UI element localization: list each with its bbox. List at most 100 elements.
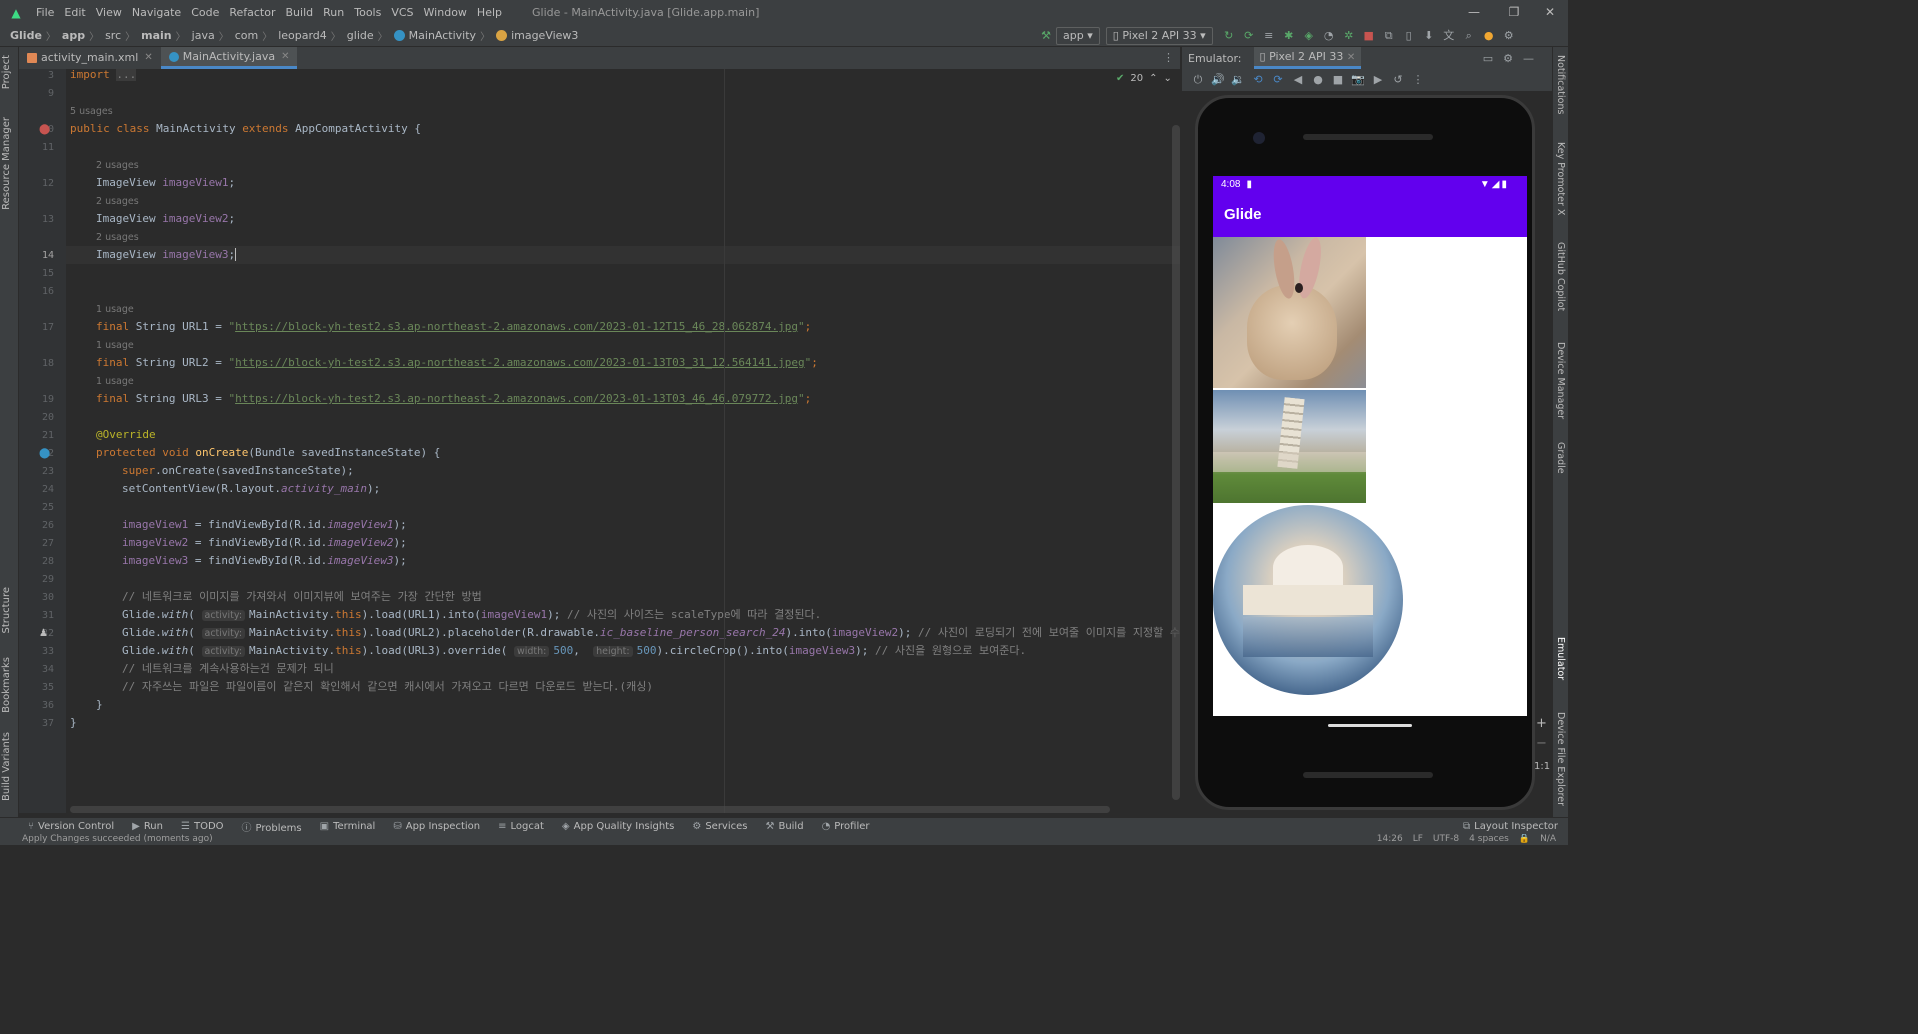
usage-hint[interactable]: 5 usages [70,106,113,117]
tool-structure[interactable]: Structure [1,587,12,634]
breadcrumb-item[interactable]: java [192,29,215,42]
breadcrumb-item[interactable]: Glide [10,29,42,42]
menu-build[interactable]: Build [286,6,314,19]
menu-view[interactable]: View [96,6,122,19]
menu-window[interactable]: Window [424,6,467,19]
tool-bookmarks[interactable]: Bookmarks [1,657,12,713]
close-icon[interactable]: ✕ [1530,0,1570,25]
image-view-3[interactable] [1213,505,1403,695]
menu-code[interactable]: Code [191,6,219,19]
chevron-up-icon[interactable]: ⌃ [1149,73,1157,84]
close-tab-icon[interactable]: ✕ [281,47,289,66]
tool-app-inspection[interactable]: ⛁ App Inspection [393,821,480,832]
avd-manager-icon[interactable]: ▯ [1401,28,1417,44]
tool-services[interactable]: ⚙ Services [692,821,747,832]
breadcrumb-item[interactable]: com [235,29,259,42]
power-icon[interactable]: ⏻ [1190,72,1206,88]
back-icon[interactable]: ◀ [1290,72,1306,88]
tool-terminal[interactable]: ▣ Terminal [320,821,376,832]
sdk-manager-icon[interactable]: ⬇ [1421,28,1437,44]
home-icon[interactable]: ● [1310,72,1326,88]
menu-run[interactable]: Run [323,6,344,19]
chevron-down-icon[interactable]: ⌄ [1164,73,1172,84]
update-icon[interactable]: ● [1481,28,1497,44]
device-screen[interactable]: 4:08 ▮ ▼◢▮ Glide [1213,176,1527,716]
menu-refactor[interactable]: Refactor [229,6,275,19]
minimize-icon[interactable]: — [1454,0,1494,25]
tool-device-file-explorer[interactable]: Device File Explorer [1555,712,1566,806]
tool-logcat[interactable]: ≡ Logcat [498,821,544,832]
overview-icon[interactable]: ■ [1330,72,1346,88]
close-tab-icon[interactable]: ✕ [144,47,152,69]
horizontal-scrollbar[interactable] [70,806,1110,813]
gesture-nav-pill[interactable] [1328,724,1412,727]
zoom-ratio[interactable]: 1:1 [1534,761,1550,772]
translate-icon[interactable]: 文 [1441,28,1457,44]
usage-hint[interactable]: 1 usage [96,340,134,351]
gradle-sync-icon[interactable]: ⧉ [1381,28,1397,44]
tool-resource-manager[interactable]: Resource Manager [1,117,12,210]
tool-version-control[interactable]: ⑂ Version Control [28,821,114,832]
maximize-icon[interactable]: ❐ [1494,0,1534,25]
tool-device-manager[interactable]: Device Manager [1555,342,1566,419]
usage-hint[interactable]: 2 usages [96,232,139,243]
tool-project[interactable]: Project [1,55,12,89]
list-icon[interactable]: ≡ [1261,28,1277,44]
tool-run[interactable]: ▶ Run [132,821,163,832]
tool-build[interactable]: ⚒ Build [765,821,803,832]
tool-gradle[interactable]: Gradle [1555,442,1566,474]
rotate-left-icon[interactable]: ⟲ [1250,72,1266,88]
tool-layout-inspector[interactable]: ⧉ Layout Inspector [1463,818,1558,835]
tool-profiler[interactable]: ◔ Profiler [822,821,870,832]
snapshot-icon[interactable]: ↺ [1390,72,1406,88]
menu-file[interactable]: File [36,6,54,19]
screen-record-icon[interactable]: ▶ [1370,72,1386,88]
settings-icon[interactable]: ⚙ [1501,28,1517,44]
run-gutter-icon[interactable]: ⬤ [39,124,50,135]
breadcrumb-item[interactable]: MainActivity [409,29,476,42]
debug-icon[interactable]: ✱ [1281,28,1297,44]
search-icon[interactable]: ⌕ [1461,28,1477,44]
lock-icon[interactable]: 🔒 [1519,834,1530,845]
file-encoding[interactable]: UTF-8 [1433,834,1459,845]
attach-debugger-icon[interactable]: ✲ [1341,28,1357,44]
apply-code-changes-icon[interactable]: ⟳ [1241,28,1257,44]
device-select[interactable]: ▯ Pixel 2 API 33 ▾ [1105,27,1213,45]
menu-tools[interactable]: Tools [354,6,381,19]
zoom-in-icon[interactable]: + [1536,716,1547,731]
tool-build-variants[interactable]: Build Variants [1,732,12,801]
tab-activity-main-xml[interactable]: activity_main.xml ✕ [19,47,161,69]
tool-notifications[interactable]: Notifications [1555,55,1566,114]
panel-settings-icon[interactable]: ▭⚙— [1483,52,1544,65]
more-tabs-icon[interactable]: ⋮ [1163,51,1174,64]
inspection-widget[interactable]: ✔ 20 ⌃ ⌄ [1116,73,1172,84]
tool-app-quality-insights[interactable]: ◈ App Quality Insights [562,821,674,832]
tool-problems[interactable]: ⓘ Problems [242,819,302,834]
breadcrumb-item[interactable]: glide [347,29,374,42]
volume-down-icon[interactable]: 🔉 [1230,72,1246,88]
image-view-1[interactable] [1213,237,1366,388]
breadcrumb-item[interactable]: main [141,29,172,42]
breadcrumb-item[interactable]: src [105,29,121,42]
usage-hint[interactable]: 2 usages [96,160,139,171]
hammer-icon[interactable]: ⚒ [1038,28,1054,44]
line-separator[interactable]: LF [1413,834,1423,845]
apply-changes-icon[interactable]: ↻ [1221,28,1237,44]
status-extra[interactable]: N/A [1540,834,1556,845]
menu-navigate[interactable]: Navigate [132,6,181,19]
rotate-right-icon[interactable]: ⟳ [1270,72,1286,88]
stop-icon[interactable]: ■ [1361,28,1377,44]
coverage-icon[interactable]: ◈ [1301,28,1317,44]
usage-hint[interactable]: 1 usage [96,376,134,387]
tool-key-promoter[interactable]: Key Promoter X [1555,142,1566,215]
usage-hint[interactable]: 1 usage [96,304,134,315]
override-gutter-icon[interactable]: ⬤ [39,448,50,459]
breadcrumb-item[interactable]: imageView3 [511,29,578,42]
screenshot-icon[interactable]: 📷 [1350,72,1366,88]
run-config-select[interactable]: app ▾ [1056,27,1100,45]
volume-up-icon[interactable]: 🔊 [1210,72,1226,88]
tool-github-copilot[interactable]: GitHub Copilot [1555,242,1566,311]
breadcrumb-item[interactable]: app [62,29,85,42]
menu-vcs[interactable]: VCS [391,6,413,19]
breadcrumb-item[interactable]: leopard4 [278,29,327,42]
